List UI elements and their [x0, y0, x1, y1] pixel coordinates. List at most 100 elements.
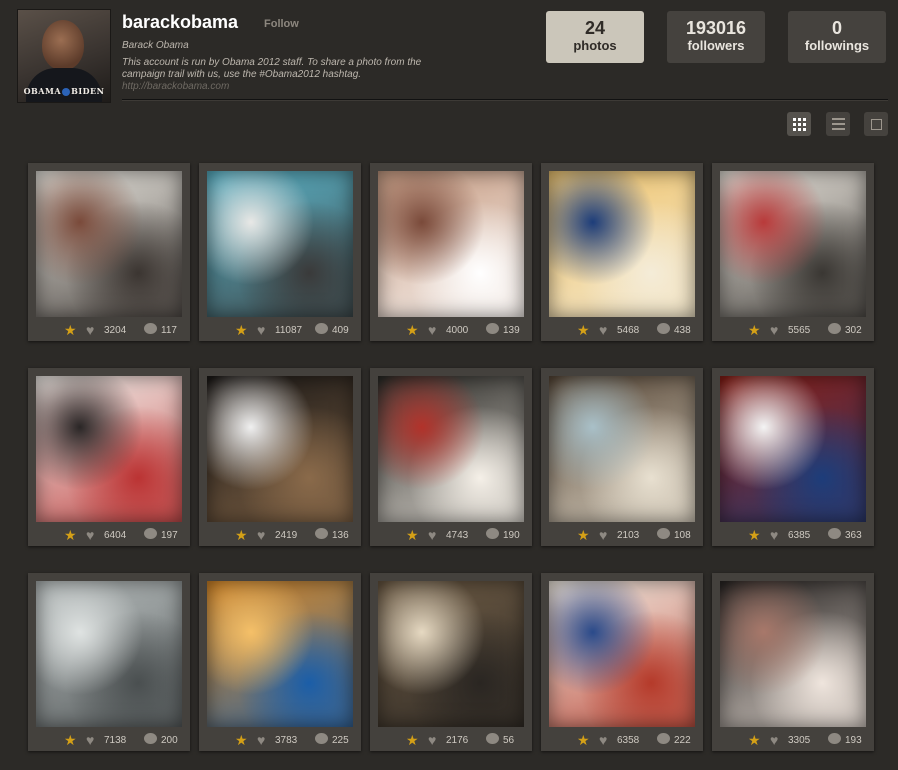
photo-vignette: [36, 171, 182, 317]
photo-meta: ★ ♥ 2419 136: [199, 525, 361, 545]
photo-thumbnail[interactable]: [378, 171, 524, 317]
like-count: 5468: [617, 325, 640, 336]
like-count: 7138: [104, 735, 127, 746]
photo-thumbnail[interactable]: [36, 376, 182, 522]
comment-bubble-icon[interactable]: [828, 323, 841, 334]
heart-icon[interactable]: ♥: [428, 528, 436, 542]
photo-tile[interactable]: ★ ♥ 2176 56: [370, 573, 532, 751]
star-icon[interactable]: ★: [748, 323, 761, 337]
heart-icon[interactable]: ♥: [86, 323, 94, 337]
heart-icon[interactable]: ♥: [770, 323, 778, 337]
comment-bubble-icon[interactable]: [315, 528, 328, 539]
comment-bubble-icon[interactable]: [144, 323, 157, 334]
stat-followers-label: followers: [687, 38, 745, 53]
photo-meta: ★ ♥ 4000 139: [370, 320, 532, 340]
star-icon[interactable]: ★: [235, 528, 248, 542]
heart-icon[interactable]: ♥: [428, 733, 436, 747]
comment-bubble-icon[interactable]: [828, 528, 841, 539]
comment-bubble-icon[interactable]: [315, 323, 328, 334]
photo-tile[interactable]: ★ ♥ 5468 438: [541, 163, 703, 341]
stat-followings[interactable]: 0 followings: [788, 11, 886, 63]
photo-tile[interactable]: ★ ♥ 5565 302: [712, 163, 874, 341]
heart-icon[interactable]: ♥: [257, 323, 265, 337]
stat-followers[interactable]: 193016 followers: [667, 11, 765, 63]
comment-bubble-icon[interactable]: [144, 733, 157, 744]
heart-icon[interactable]: ♥: [86, 733, 94, 747]
photo-thumbnail[interactable]: [720, 171, 866, 317]
photo-thumbnail[interactable]: [549, 171, 695, 317]
grid-view-button[interactable]: [787, 112, 811, 136]
single-view-button[interactable]: [864, 112, 888, 136]
heart-icon[interactable]: ♥: [257, 528, 265, 542]
heart-icon[interactable]: ♥: [770, 528, 778, 542]
photo-tile[interactable]: ★ ♥ 2419 136: [199, 368, 361, 546]
list-view-button[interactable]: [826, 112, 850, 136]
photo-thumbnail[interactable]: [207, 376, 353, 522]
comment-bubble-icon[interactable]: [486, 323, 499, 334]
photo-tile[interactable]: ★ ♥ 3783 225: [199, 573, 361, 751]
photo-thumbnail[interactable]: [378, 581, 524, 727]
photo-thumbnail[interactable]: [378, 376, 524, 522]
heart-icon[interactable]: ♥: [86, 528, 94, 542]
photo-thumbnail[interactable]: [36, 171, 182, 317]
photo-thumbnail[interactable]: [549, 376, 695, 522]
photo-vignette: [378, 171, 524, 317]
star-icon[interactable]: ★: [748, 733, 761, 747]
photo-thumbnail[interactable]: [720, 581, 866, 727]
photo-thumbnail[interactable]: [36, 581, 182, 727]
heart-icon[interactable]: ♥: [599, 323, 607, 337]
comment-bubble-icon[interactable]: [657, 733, 670, 744]
comment-bubble-icon[interactable]: [828, 733, 841, 744]
heart-icon[interactable]: ♥: [599, 733, 607, 747]
star-icon[interactable]: ★: [235, 733, 248, 747]
star-icon[interactable]: ★: [577, 733, 590, 747]
heart-icon[interactable]: ♥: [770, 733, 778, 747]
avatar-logo: OBAMA BIDEN: [18, 86, 110, 96]
stat-photos[interactable]: 24 photos: [546, 11, 644, 63]
photo-thumbnail[interactable]: [549, 581, 695, 727]
heart-icon[interactable]: ♥: [599, 528, 607, 542]
star-icon[interactable]: ★: [748, 528, 761, 542]
photo-tile[interactable]: ★ ♥ 11087 409: [199, 163, 361, 341]
photo-thumbnail[interactable]: [207, 581, 353, 727]
star-icon[interactable]: ★: [64, 528, 77, 542]
star-icon[interactable]: ★: [406, 733, 419, 747]
photo-meta: ★ ♥ 3204 117: [28, 320, 190, 340]
star-icon[interactable]: ★: [406, 323, 419, 337]
comment-bubble-icon[interactable]: [486, 528, 499, 539]
star-icon[interactable]: ★: [64, 733, 77, 747]
like-count: 3305: [788, 735, 811, 746]
heart-icon[interactable]: ♥: [257, 733, 265, 747]
star-icon[interactable]: ★: [235, 323, 248, 337]
star-icon[interactable]: ★: [406, 528, 419, 542]
photo-tile[interactable]: ★ ♥ 4000 139: [370, 163, 532, 341]
photo-meta: ★ ♥ 2176 56: [370, 730, 532, 750]
heart-icon[interactable]: ♥: [428, 323, 436, 337]
comment-bubble-icon[interactable]: [657, 323, 670, 334]
star-icon[interactable]: ★: [577, 528, 590, 542]
comment-count: 136: [332, 530, 349, 541]
star-icon[interactable]: ★: [64, 323, 77, 337]
website-link[interactable]: http://barackobama.com: [122, 81, 229, 92]
photo-thumbnail[interactable]: [207, 171, 353, 317]
photo-thumbnail[interactable]: [720, 376, 866, 522]
comment-bubble-icon[interactable]: [486, 733, 499, 744]
photo-tile[interactable]: ★ ♥ 6385 363: [712, 368, 874, 546]
like-count: 2103: [617, 530, 640, 541]
star-icon[interactable]: ★: [577, 323, 590, 337]
photo-vignette: [720, 376, 866, 522]
comment-bubble-icon[interactable]: [315, 733, 328, 744]
photo-tile[interactable]: ★ ♥ 4743 190: [370, 368, 532, 546]
photo-tile[interactable]: ★ ♥ 3305 193: [712, 573, 874, 751]
follow-button[interactable]: Follow: [264, 18, 299, 30]
profile-avatar[interactable]: OBAMA BIDEN: [18, 10, 110, 102]
photo-tile[interactable]: ★ ♥ 6358 222: [541, 573, 703, 751]
username[interactable]: barackobama: [122, 12, 238, 33]
photo-tile[interactable]: ★ ♥ 7138 200: [28, 573, 190, 751]
photo-tile[interactable]: ★ ♥ 3204 117: [28, 163, 190, 341]
photo-tile[interactable]: ★ ♥ 6404 197: [28, 368, 190, 546]
comment-bubble-icon[interactable]: [144, 528, 157, 539]
photo-tile[interactable]: ★ ♥ 2103 108: [541, 368, 703, 546]
comment-count: 363: [845, 530, 862, 541]
comment-bubble-icon[interactable]: [657, 528, 670, 539]
